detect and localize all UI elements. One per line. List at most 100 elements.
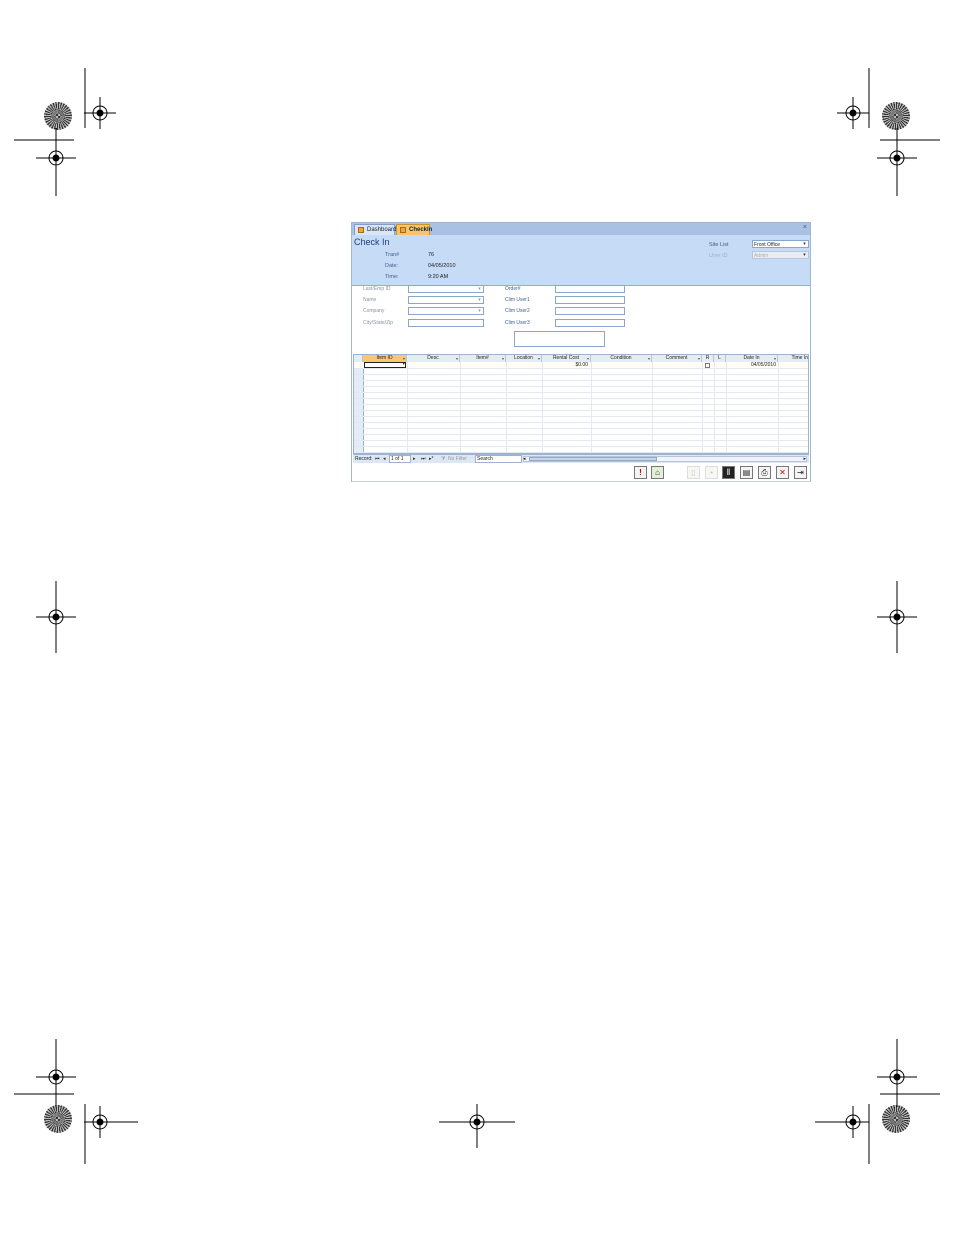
chevron-down-icon[interactable]: ▾: [801, 241, 808, 247]
order-label: Order#: [505, 286, 521, 292]
clim-user1-field[interactable]: [555, 296, 625, 304]
preview-button[interactable]: ▤: [740, 466, 753, 479]
column-divider: [506, 362, 507, 453]
column-divider: [726, 362, 727, 453]
site-list-select[interactable]: Front Office ▾: [752, 240, 809, 248]
chevron-down-icon[interactable]: ▾: [476, 308, 483, 314]
column-divider: [778, 362, 779, 453]
search-input[interactable]: Search: [475, 455, 522, 463]
close-icon[interactable]: ×: [803, 224, 807, 231]
print-button[interactable]: ⎙: [758, 466, 771, 479]
date-value: 04/05/2010: [428, 263, 456, 269]
no-filter-label[interactable]: No Filter: [448, 455, 467, 463]
scrollbar-thumb[interactable]: [529, 457, 657, 461]
horizontal-scrollbar[interactable]: ◂ ▸: [523, 456, 807, 462]
col-location[interactable]: Location ▾: [506, 355, 542, 362]
table-row: [354, 446, 808, 453]
site-list-label: Site List: [709, 242, 729, 248]
company-label: Company: [363, 308, 385, 314]
name-combo[interactable]: ▾: [408, 296, 484, 304]
col-desc[interactable]: Desc ▾: [407, 355, 460, 362]
tran-value: 76: [428, 252, 435, 258]
column-divider: [407, 362, 408, 453]
toolbar-divider: [352, 481, 810, 482]
tab-label: Dashboard: [367, 227, 397, 233]
alert-button[interactable]: !: [634, 466, 647, 479]
sort-arrow-icon[interactable]: ▾: [502, 355, 504, 362]
user-id-label: User ID: [709, 253, 728, 259]
col-condition[interactable]: Condition ▾: [591, 355, 652, 362]
chevron-down-icon[interactable]: ▾: [476, 297, 483, 303]
tab-label: CheckIn: [409, 227, 433, 233]
col-item-num[interactable]: Item# ▾: [460, 355, 506, 362]
prev-record-icon[interactable]: ◂: [383, 455, 386, 463]
column-divider: [591, 362, 592, 453]
col-time-in[interactable]: Time In: [778, 355, 808, 362]
user-id-value: Admin: [754, 253, 769, 259]
last-emp-id-label: Last/Emp ID: [363, 286, 391, 292]
chevron-down-icon[interactable]: ▾: [402, 361, 405, 367]
col-date-in[interactable]: Date In ▾: [726, 355, 778, 362]
exit-button[interactable]: ⇥: [794, 466, 807, 479]
tran-label: Tran#: [385, 252, 400, 258]
col-rental-cost[interactable]: Rental Cost ▾: [542, 355, 591, 362]
first-record-icon[interactable]: ⏮: [375, 455, 380, 463]
barcode-button[interactable]: ‖: [722, 466, 735, 479]
items-datasheet[interactable]: Item ID ▾ Desc ▾ Item# ▾ Location ▾ Rental C…: [353, 354, 809, 454]
filter-icon[interactable]: ⧩: [441, 455, 445, 463]
document-tab-bar: Dashboard CheckIn ×: [352, 223, 810, 235]
form-icon: [358, 227, 364, 233]
form-header: Check In Tran# 76 Date: 04/05/2010 Time:…: [352, 235, 810, 286]
notes-box[interactable]: [514, 331, 605, 347]
lookup-button[interactable]: ⌂: [651, 466, 664, 479]
last-emp-id-combo[interactable]: ▾: [408, 285, 484, 293]
sort-arrow-icon[interactable]: ▾: [538, 355, 540, 362]
clim-user1-label: Clim User1: [505, 297, 530, 303]
sort-arrow-icon[interactable]: ▾: [774, 355, 776, 362]
paste-button: ▪: [705, 466, 718, 479]
sort-arrow-icon[interactable]: ▾: [587, 355, 589, 362]
col-item-id[interactable]: Item ID ▾: [363, 355, 407, 362]
new-record-icon[interactable]: ▸*: [429, 455, 433, 463]
record-label: Record:: [355, 456, 373, 462]
time-value: 9:20 AM: [428, 274, 449, 280]
col-l[interactable]: L: [714, 355, 726, 362]
crop-marks: [14, 68, 940, 1164]
scroll-left-icon[interactable]: ◂: [523, 455, 526, 463]
form-icon: [400, 227, 406, 233]
company-combo[interactable]: ▾: [408, 307, 484, 315]
site-list-value: Front Office: [754, 242, 781, 248]
clim-user2-field[interactable]: [555, 307, 625, 315]
select-all-corner[interactable]: [354, 355, 363, 362]
chevron-down-icon: ▾: [803, 252, 806, 258]
sort-arrow-icon[interactable]: ▾: [648, 355, 650, 362]
tab-dashboard[interactable]: Dashboard: [354, 224, 397, 235]
column-divider: [702, 362, 703, 453]
column-divider: [652, 362, 653, 453]
col-r[interactable]: R: [702, 355, 714, 362]
col-comment[interactable]: Comment ▾: [652, 355, 702, 362]
clim-user3-field[interactable]: [555, 319, 625, 327]
copy-button: ▯: [687, 466, 700, 479]
last-record-icon[interactable]: ⏭: [421, 455, 426, 463]
next-record-icon[interactable]: ▸: [413, 455, 416, 463]
record-navigator: Record: ⏮ ◂ 1 of 1 ▸ ⏭ ▸* ⧩ No Filter Se…: [353, 454, 809, 463]
time-label: Time:: [385, 274, 399, 280]
column-divider: [460, 362, 461, 453]
delete-button[interactable]: ✕: [776, 466, 789, 479]
city-state-zip-field[interactable]: [408, 319, 484, 327]
column-divider: [542, 362, 543, 453]
tab-checkin[interactable]: CheckIn: [396, 224, 433, 235]
clim-user3-label: Clim User3: [505, 320, 530, 326]
scroll-right-icon[interactable]: ▸: [803, 455, 806, 463]
user-id-select: Admin ▾: [752, 251, 809, 259]
order-field[interactable]: [555, 285, 625, 293]
chevron-down-icon[interactable]: ▾: [476, 286, 483, 292]
page-title: Check In: [354, 237, 390, 247]
sort-arrow-icon[interactable]: ▾: [698, 355, 700, 362]
column-divider: [714, 362, 715, 453]
record-position[interactable]: 1 of 1: [389, 455, 411, 463]
sort-arrow-icon[interactable]: ▾: [456, 355, 458, 362]
checkin-window: Dashboard CheckIn × Check In Tran# 76 Da…: [351, 222, 811, 482]
city-state-zip-label: City/State/Zip: [363, 320, 394, 326]
